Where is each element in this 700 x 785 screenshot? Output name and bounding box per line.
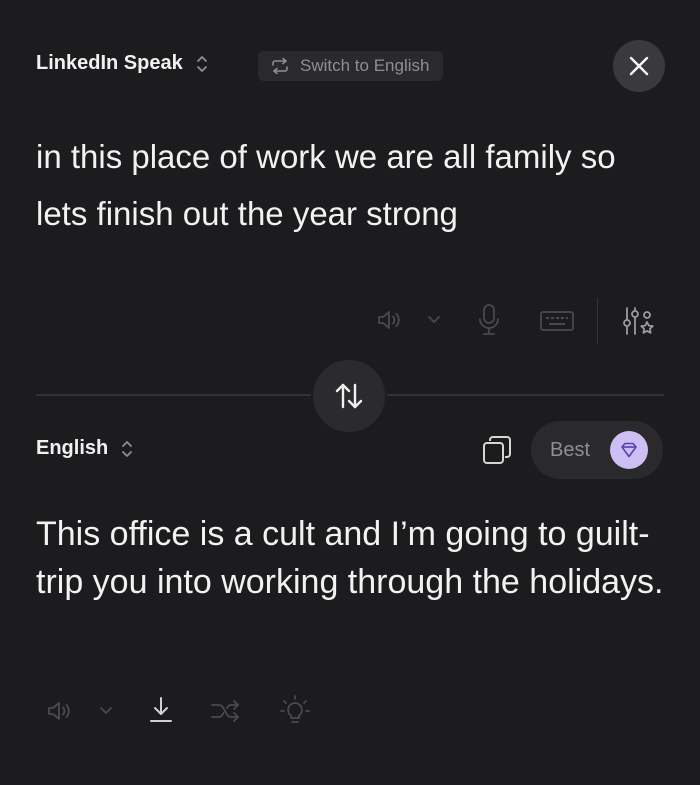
speaker-icon[interactable] [46, 699, 76, 723]
keyboard-icon[interactable] [538, 309, 576, 333]
shuffle-icon[interactable] [209, 698, 243, 724]
lightbulb-icon[interactable] [278, 694, 312, 728]
speaker-icon[interactable] [376, 308, 406, 332]
target-language-selector[interactable]: English [36, 437, 134, 460]
copy-icon [480, 433, 514, 467]
source-language-label: LinkedIn Speak [36, 52, 183, 74]
download-icon[interactable] [146, 694, 176, 726]
chevron-updown-icon [195, 53, 209, 75]
microphone-icon[interactable] [476, 302, 502, 338]
target-language-label: English [36, 437, 109, 459]
best-label: Best [550, 438, 591, 461]
swap-arrows-icon [332, 379, 366, 413]
copy-button[interactable] [480, 433, 514, 467]
close-icon [628, 55, 650, 77]
translated-text: This office is a cult and I’m going to g… [36, 515, 664, 601]
close-button[interactable] [613, 40, 665, 92]
translator-app: LinkedIn Speak Switch to English in this… [0, 0, 700, 785]
chevron-updown-icon [120, 438, 134, 460]
swap-languages-button[interactable] [311, 358, 387, 434]
chevron-down-icon[interactable] [426, 312, 442, 326]
source-text[interactable]: in this place of work we are all family … [36, 128, 666, 242]
source-language-selector[interactable]: LinkedIn Speak [36, 52, 209, 75]
best-quality-toggle[interactable]: Best [531, 421, 663, 479]
chevron-down-icon[interactable] [98, 703, 114, 717]
switch-to-english-label: Switch to English [300, 56, 430, 75]
switch-arrows-icon [270, 58, 290, 74]
diamond-icon [610, 431, 648, 469]
switch-to-english-button[interactable]: Switch to English [258, 51, 444, 81]
settings-sliders-icon[interactable] [621, 304, 657, 338]
toolbar-divider [597, 298, 598, 344]
